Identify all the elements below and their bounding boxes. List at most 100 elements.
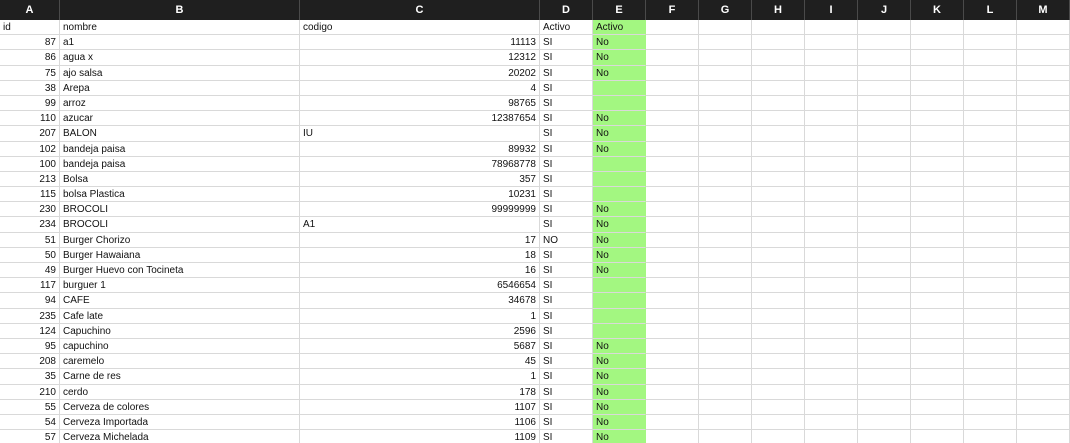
cell-id[interactable]: 213 [0,171,60,188]
cell-codigo[interactable]: 12312 [300,50,540,66]
cell-nombre[interactable]: bandeja paisa [60,141,300,157]
cell-id[interactable]: 50 [0,247,60,263]
cell-empty[interactable] [964,247,1017,263]
cell-empty[interactable] [646,338,699,355]
cell-empty[interactable] [805,65,858,81]
cell-empty[interactable] [699,171,752,188]
cell-empty[interactable] [699,141,752,157]
cell-empty[interactable] [752,414,805,431]
cell-empty[interactable] [646,50,699,66]
cell-id[interactable]: 100 [0,156,60,172]
cell-activo-highlighted[interactable]: No [593,414,646,431]
cell-empty[interactable] [805,278,858,294]
cell-nombre[interactable]: cerdo [60,384,300,400]
cell-activo-highlighted[interactable] [593,80,646,96]
cell-empty[interactable] [964,126,1017,142]
cell-empty[interactable] [964,384,1017,400]
cell-empty[interactable] [646,126,699,142]
cell-nombre[interactable]: BALON [60,126,300,142]
cell-empty[interactable] [805,232,858,248]
cell-empty[interactable] [858,171,911,188]
cell-empty[interactable] [964,202,1017,218]
column-header-k[interactable]: K [911,0,964,20]
cell-empty[interactable] [1017,369,1070,385]
cell-empty[interactable] [805,323,858,339]
cell-nombre[interactable]: azucar [60,111,300,127]
cell-id[interactable]: 51 [0,232,60,248]
cell-empty[interactable] [964,293,1017,309]
cell-empty[interactable] [752,187,805,203]
cell-empty[interactable] [858,414,911,431]
cell-empty[interactable] [752,217,805,233]
cell-nombre[interactable]: Cerveza Importada [60,414,300,431]
cell-empty[interactable] [911,95,964,112]
cell-empty[interactable] [752,263,805,279]
cell-empty[interactable] [858,263,911,279]
cell-empty[interactable] [858,141,911,157]
cell-empty[interactable] [646,20,699,36]
cell-empty[interactable] [805,95,858,112]
cell-activo-highlighted[interactable]: No [593,338,646,355]
cell-codigo[interactable]: IU [300,126,540,142]
cell-empty[interactable] [699,156,752,172]
cell-empty[interactable] [964,156,1017,172]
cell-empty[interactable] [1017,187,1070,203]
cell-activo[interactable]: SI [540,323,593,339]
cell-empty[interactable] [699,430,752,443]
cell-activo[interactable]: SI [540,414,593,431]
cell-empty[interactable] [911,202,964,218]
cell-empty[interactable] [805,414,858,431]
cell-codigo[interactable]: 1106 [300,414,540,431]
cell-empty[interactable] [752,384,805,400]
cell-empty[interactable] [646,217,699,233]
cell-empty[interactable] [858,369,911,385]
cell-id[interactable]: 117 [0,278,60,294]
column-header-m[interactable]: M [1017,0,1070,20]
cell-codigo[interactable]: 178 [300,384,540,400]
cell-nombre[interactable]: a1 [60,35,300,51]
cell-empty[interactable] [646,171,699,188]
cell-empty[interactable] [858,384,911,400]
cell-empty[interactable] [1017,65,1070,81]
cell-empty[interactable] [858,187,911,203]
cell-nombre[interactable]: arroz [60,95,300,112]
cell-empty[interactable] [911,20,964,36]
cell-empty[interactable] [752,369,805,385]
cell-empty[interactable] [964,308,1017,324]
cell-codigo[interactable]: 78968778 [300,156,540,172]
column-header-j[interactable]: J [858,0,911,20]
cell-empty[interactable] [805,141,858,157]
cell-activo-highlighted[interactable]: No [593,65,646,81]
cell-empty[interactable] [964,111,1017,127]
cell-activo[interactable]: SI [540,369,593,385]
cell-activo[interactable]: SI [540,263,593,279]
cell-nombre[interactable]: caremelo [60,354,300,370]
cell-empty[interactable] [911,414,964,431]
cell-empty[interactable] [752,308,805,324]
cell-empty[interactable] [646,430,699,443]
cell-empty[interactable] [1017,247,1070,263]
cell-empty[interactable] [699,247,752,263]
cell-activo-highlighted[interactable]: No [593,263,646,279]
cell-codigo[interactable]: 6546654 [300,278,540,294]
cell-codigo[interactable]: 357 [300,171,540,188]
cell-empty[interactable] [911,430,964,443]
cell-codigo[interactable]: 20202 [300,65,540,81]
cell-empty[interactable] [964,369,1017,385]
cell-empty[interactable] [805,111,858,127]
cell-empty[interactable] [805,202,858,218]
cell-empty[interactable] [858,202,911,218]
cell-empty[interactable] [752,171,805,188]
cell-empty[interactable] [858,430,911,443]
cell-empty[interactable] [858,80,911,96]
cell-empty[interactable] [699,20,752,36]
cell-activo[interactable]: SI [540,308,593,324]
cell-id[interactable]: 55 [0,399,60,415]
cell-empty[interactable] [646,293,699,309]
cell-empty[interactable] [964,338,1017,355]
cell-empty[interactable] [699,202,752,218]
cell-activo[interactable]: SI [540,65,593,81]
cell-nombre[interactable]: ajo salsa [60,65,300,81]
cell-empty[interactable] [858,50,911,66]
cell-nombre[interactable]: Cafe late [60,308,300,324]
